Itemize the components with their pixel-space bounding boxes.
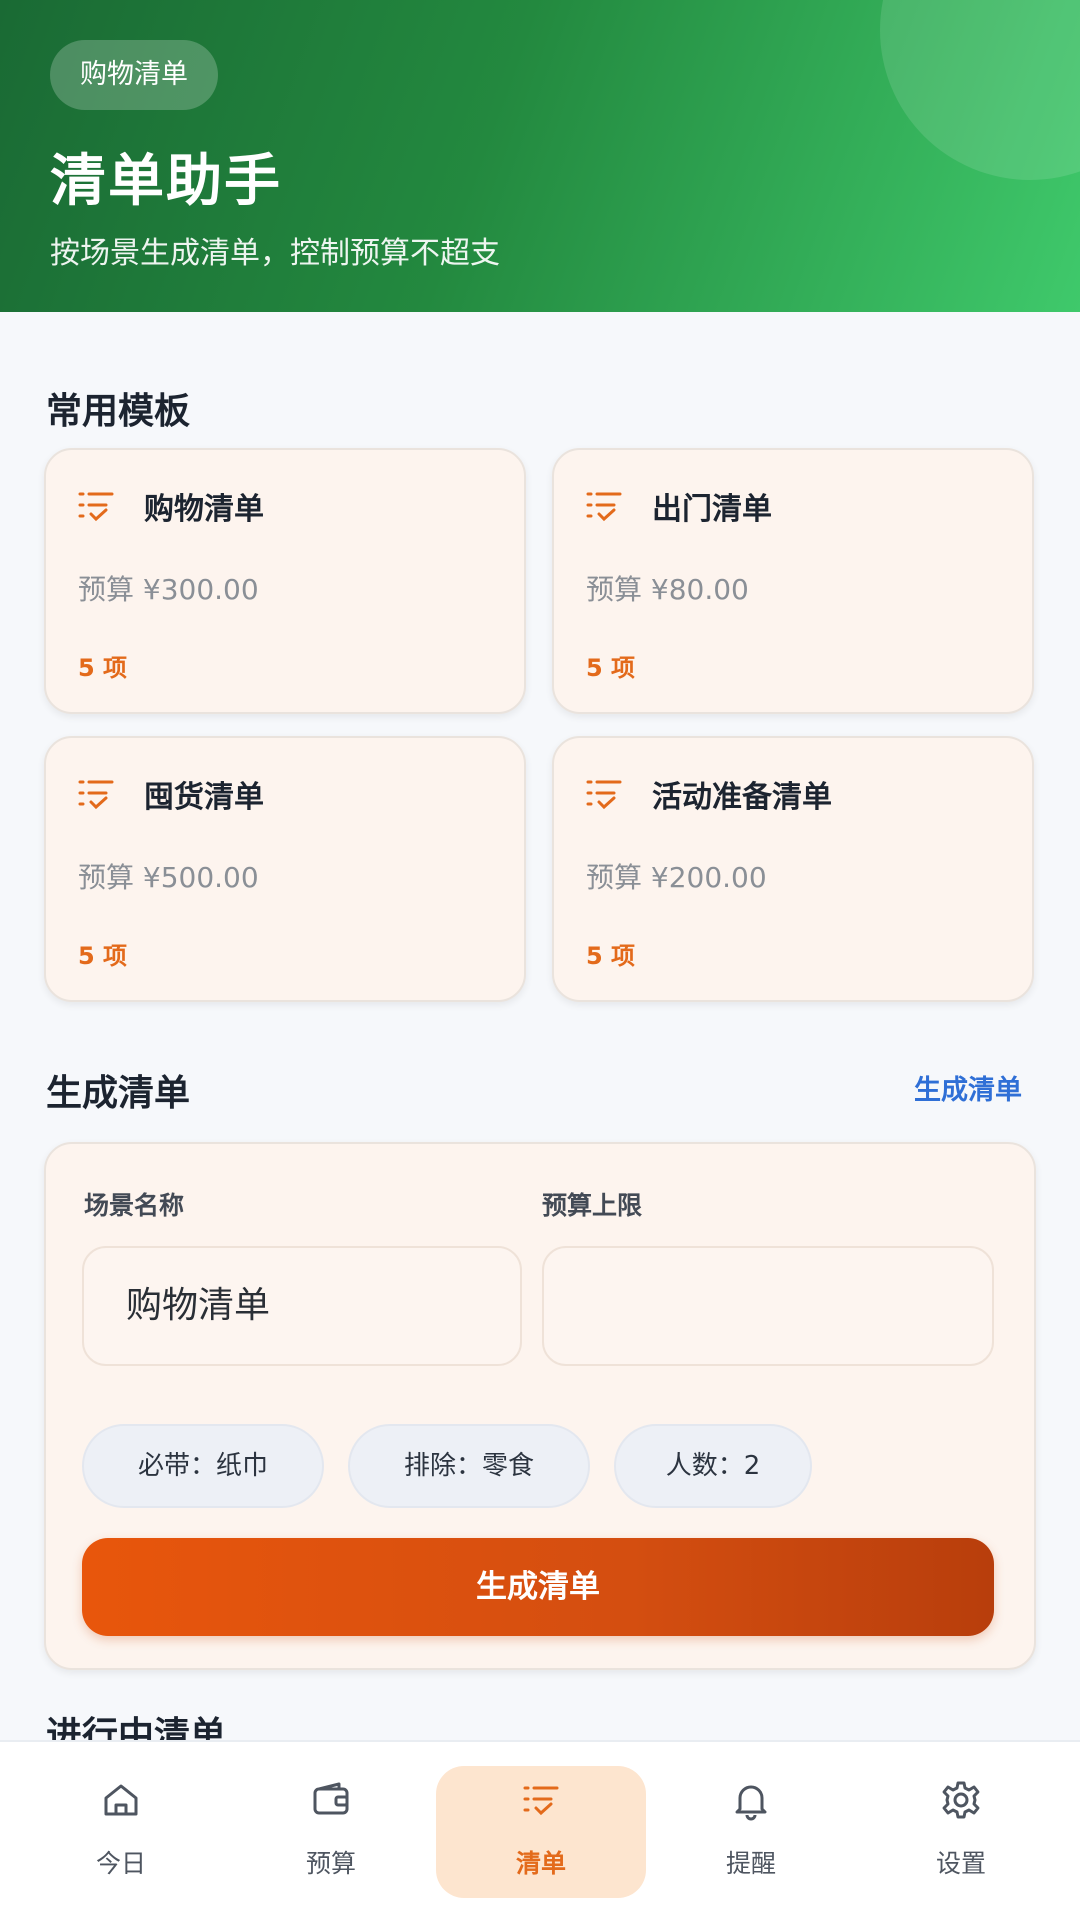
templates-section-title: 常用模板 <box>46 391 191 432</box>
checklist-icon <box>78 780 114 810</box>
app-header: 购物清单 清单助手 按场景生成清单，控制预算不超支 <box>0 0 1080 312</box>
checklist-icon <box>78 492 114 522</box>
bottom-nav: 今日 预算 清单 提醒 设置 <box>0 1740 1080 1922</box>
template-count: 5 项 <box>78 654 128 682</box>
template-budget: 预算 ¥80.00 <box>586 573 749 606</box>
bell-icon <box>735 1785 767 1821</box>
checklist-icon <box>586 780 622 810</box>
nav-item-today[interactable]: 今日 <box>16 1766 226 1898</box>
page-title: 清单助手 <box>50 149 282 214</box>
generate-button[interactable]: 生成清单 <box>82 1538 994 1636</box>
template-budget: 预算 ¥200.00 <box>586 861 767 894</box>
home-icon <box>104 1784 138 1816</box>
chip-people-count[interactable]: 人数：2 <box>614 1424 812 1508</box>
template-budget: 预算 ¥300.00 <box>78 573 259 606</box>
template-card-shopping[interactable]: 购物清单 预算 ¥300.00 5 项 <box>44 448 526 714</box>
chip-exclude[interactable]: 排除：零食 <box>348 1424 590 1508</box>
page-subtitle: 按场景生成清单，控制预算不超支 <box>50 236 500 271</box>
budget-limit-input[interactable] <box>542 1246 994 1366</box>
gear-icon <box>942 1781 980 1819</box>
nav-label: 提醒 <box>725 1849 776 1878</box>
template-budget: 预算 ¥500.00 <box>78 861 259 894</box>
wallet-icon <box>313 1782 349 1815</box>
header-decoration <box>880 0 1080 180</box>
template-count: 5 项 <box>586 942 636 970</box>
generate-link[interactable]: 生成清单 <box>914 1068 1022 1107</box>
nav-item-list[interactable]: 清单 <box>436 1766 646 1898</box>
nav-label: 今日 <box>95 1849 146 1878</box>
checklist-icon <box>523 1786 559 1816</box>
template-card-outing[interactable]: 出门清单 预算 ¥80.00 5 项 <box>552 448 1034 714</box>
nav-item-budget[interactable]: 预算 <box>226 1766 436 1898</box>
template-card-stockup[interactable]: 囤货清单 预算 ¥500.00 5 项 <box>44 736 526 1002</box>
template-name: 囤货清单 <box>144 780 264 815</box>
generate-form-card: 场景名称 预算上限 购物清单 必带：纸巾 排除：零食 人数：2 生成清单 <box>44 1142 1036 1670</box>
template-name: 活动准备清单 <box>652 780 832 815</box>
checklist-icon <box>586 492 622 522</box>
nav-item-reminder[interactable]: 提醒 <box>646 1766 856 1898</box>
template-name: 购物清单 <box>144 492 264 527</box>
header-pill: 购物清单 <box>50 40 218 110</box>
nav-item-settings[interactable]: 设置 <box>856 1766 1066 1898</box>
generate-section-title: 生成清单 <box>46 1073 191 1114</box>
template-count: 5 项 <box>586 654 636 682</box>
budget-limit-label: 预算上限 <box>542 1191 643 1220</box>
scene-name-input[interactable]: 购物清单 <box>82 1246 522 1366</box>
template-card-event[interactable]: 活动准备清单 预算 ¥200.00 5 项 <box>552 736 1034 1002</box>
template-count: 5 项 <box>78 942 128 970</box>
chip-must-bring[interactable]: 必带：纸巾 <box>82 1424 324 1508</box>
scene-name-label: 场景名称 <box>84 1191 185 1220</box>
nav-label: 预算 <box>305 1849 356 1878</box>
template-name: 出门清单 <box>652 492 772 527</box>
nav-label: 设置 <box>935 1849 986 1878</box>
nav-label: 清单 <box>515 1849 566 1878</box>
